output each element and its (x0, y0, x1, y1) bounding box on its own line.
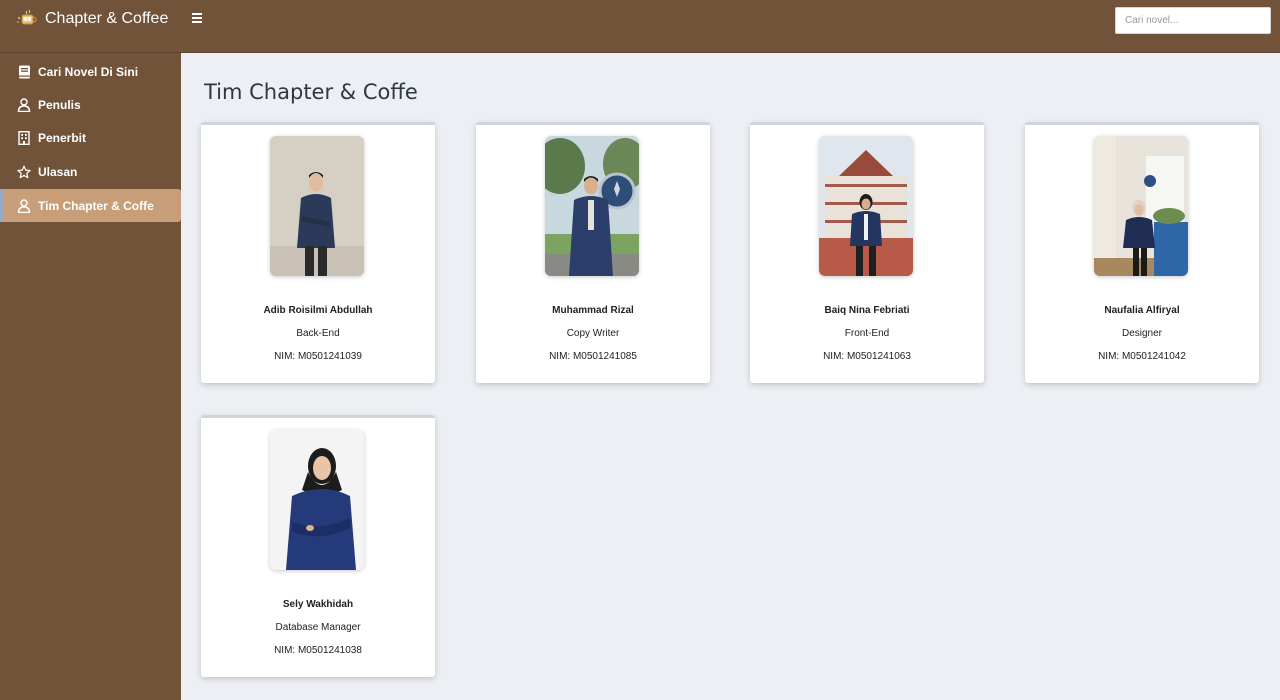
member-name: Baiq Nina Febriati (824, 305, 910, 316)
member-photo (270, 430, 364, 570)
member-name: Sely Wakhidah (282, 599, 354, 610)
team-member-card: Muhammad Rizal Copy Writer NIM: M0501241… (476, 122, 710, 383)
nim-label: NIM: (274, 645, 296, 656)
book-icon (17, 65, 31, 79)
nim-label: NIM: (549, 351, 571, 362)
brand[interactable]: Chapter & Coffee (16, 9, 168, 29)
user-icon (17, 198, 31, 213)
member-role: Designer (1121, 328, 1163, 339)
member-role: Front-End (844, 328, 890, 339)
member-name: Adib Roisilmi Abdullah (263, 305, 373, 316)
building-icon (17, 130, 31, 145)
member-role: Database Manager (275, 622, 361, 633)
member-nim: NIM: M0501241038 (201, 645, 435, 656)
member-nim: NIM: M0501241085 (476, 351, 710, 362)
team-member-card: Adib Roisilmi Abdullah Back-End NIM: M05… (201, 122, 435, 383)
member-role: Copy Writer (566, 328, 620, 339)
sidebar: Cari Novel Di Sini Penulis Penerbit Ulas… (0, 53, 181, 700)
member-nim: NIM: M0501241039 (201, 351, 435, 362)
star-icon (17, 165, 31, 179)
sidebar-item-tim[interactable]: Tim Chapter & Coffe (0, 189, 181, 222)
search-input[interactable] (1115, 7, 1271, 34)
member-photo (1094, 136, 1188, 276)
hamburger-icon[interactable] (190, 11, 204, 25)
nim-value: M0501241038 (297, 645, 362, 656)
nim-value: M0501241085 (572, 351, 637, 362)
brand-name: Chapter & Coffee (45, 10, 169, 27)
sidebar-item-penerbit[interactable]: Penerbit (0, 121, 181, 154)
nim-label: NIM: (1098, 351, 1120, 362)
sidebar-item-label: Tim Chapter & Coffe (38, 198, 154, 213)
nim-label: NIM: (274, 351, 296, 362)
member-name: Muhammad Rizal (552, 305, 634, 316)
team-member-card: Baiq Nina Febriati Front-End NIM: M05012… (750, 122, 984, 383)
nim-value: M0501241063 (846, 351, 911, 362)
sidebar-item-penulis[interactable]: Penulis (0, 88, 181, 121)
member-role: Back-End (296, 328, 340, 339)
team-member-card: Sely Wakhidah Database Manager NIM: M050… (201, 415, 435, 677)
sidebar-item-ulasan[interactable]: Ulasan (0, 155, 181, 188)
sidebar-item-label: Cari Novel Di Sini (38, 64, 139, 79)
team-member-card: Naufalia Alfiryal Designer NIM: M0501241… (1025, 122, 1259, 383)
coffee-book-logo (16, 9, 38, 29)
nim-value: M0501241042 (1121, 351, 1186, 362)
member-photo (819, 136, 913, 276)
member-nim: NIM: M0501241063 (750, 351, 984, 362)
top-navbar: Chapter & Coffee (0, 0, 1280, 53)
user-icon (17, 97, 31, 112)
sidebar-item-label: Penulis (38, 97, 81, 112)
sidebar-item-cari-novel[interactable]: Cari Novel Di Sini (0, 55, 181, 88)
member-name: Naufalia Alfiryal (1104, 305, 1180, 316)
member-photo (270, 136, 364, 276)
nim-value: M0501241039 (297, 351, 362, 362)
member-nim: NIM: M0501241042 (1025, 351, 1259, 362)
page-title: Tim Chapter & Coffe (204, 80, 418, 104)
sidebar-item-label: Penerbit (38, 130, 87, 145)
member-photo (545, 136, 639, 276)
nim-label: NIM: (823, 351, 845, 362)
sidebar-item-label: Ulasan (38, 164, 78, 179)
